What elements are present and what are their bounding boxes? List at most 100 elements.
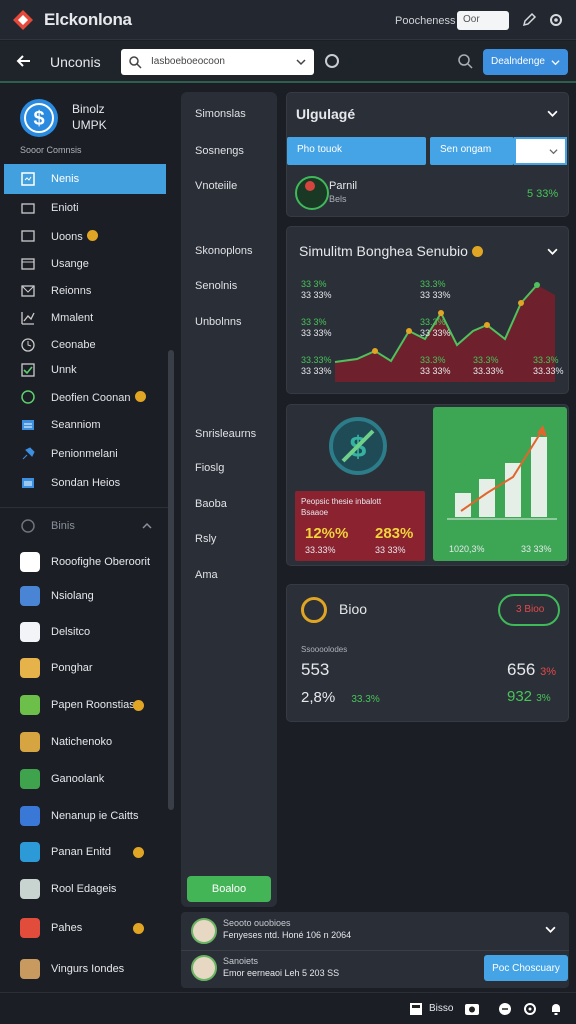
back-arrow-icon[interactable] xyxy=(14,51,34,71)
pen-icon[interactable] xyxy=(521,12,537,28)
search-box[interactable]: Iasboeboeocoon xyxy=(121,49,314,75)
app-item-label: Ponghar xyxy=(51,662,93,674)
top-input[interactable]: Oor xyxy=(457,11,509,30)
middle-item[interactable]: Snrisleaurns xyxy=(195,428,256,440)
info-badge xyxy=(471,246,483,257)
middle-item[interactable]: Fioslg xyxy=(195,462,224,474)
search-icon[interactable] xyxy=(457,53,473,69)
middle-item[interactable]: Unbolnns xyxy=(195,316,241,328)
users-icon xyxy=(21,230,35,242)
refresh-icon[interactable] xyxy=(325,54,339,68)
app-item[interactable]: Rooofighe Oberoorit xyxy=(4,545,166,579)
chart-point xyxy=(438,310,444,316)
app-item-label: Natichenoko xyxy=(51,736,113,748)
chat-icon[interactable] xyxy=(497,1001,513,1017)
sidebar-item-deofien-coonan[interactable]: Deofien Coonan xyxy=(4,382,166,412)
nav-button-label: Dealndenge xyxy=(491,56,545,67)
app-item[interactable]: Pahes xyxy=(4,911,166,945)
app-item[interactable]: Delsitco xyxy=(4,615,166,649)
sidebar-item-sondan-heios[interactable]: Sondan Heios xyxy=(4,468,166,498)
middle-item[interactable]: Skonoplons xyxy=(195,245,253,257)
sidebar-scrollbar[interactable] xyxy=(168,350,174,810)
app-item[interactable]: Papen Roonstias xyxy=(4,688,166,722)
chart-value: 33.3% xyxy=(420,355,446,365)
chart-subvalue: 33 33% xyxy=(301,328,332,338)
chart-label-mid-1: 33.3% 33 33% xyxy=(420,279,451,301)
chevron-down-icon[interactable] xyxy=(545,924,556,935)
bottom-action-button[interactable]: Poc Choscuary xyxy=(484,955,568,981)
top-link[interactable]: Poocheness xyxy=(395,15,456,27)
chevron-down-icon[interactable] xyxy=(547,246,558,257)
app-item[interactable]: Ganoolank xyxy=(4,762,166,796)
stat-b2: 932 3% xyxy=(507,688,551,705)
chart-label-left-2: 33 3% 33 33% xyxy=(301,317,332,339)
app-item[interactable]: Rool Edageis xyxy=(4,872,166,906)
calculator-icon[interactable] xyxy=(408,1001,424,1017)
card-title: Simulitm Bonghea Senubio xyxy=(299,243,483,259)
middle-item[interactable]: Ama xyxy=(195,569,218,581)
middle-item[interactable]: Senolnis xyxy=(195,280,237,292)
sidebar-group-binis[interactable]: Binis xyxy=(4,511,166,541)
app-item[interactable]: Vingurs Iondes xyxy=(4,952,166,986)
card-left-button[interactable]: Pho touok xyxy=(287,137,426,165)
sidebar-item-uoons[interactable]: Uoons xyxy=(4,221,166,251)
card-right-button[interactable]: Sen ongam xyxy=(430,137,514,165)
card-right-toggle[interactable] xyxy=(514,137,567,165)
folder-app-icon xyxy=(20,732,40,752)
profile-name-line2: UMPK xyxy=(72,118,107,132)
stat-a2-value: 656 xyxy=(507,660,536,679)
sidebar-item-seanniom[interactable]: Seanniom xyxy=(4,410,166,440)
bioo-toggle[interactable]: 3 Bioo xyxy=(498,594,560,626)
profile-subtitle: Sooor Comnsis xyxy=(20,145,82,155)
sidebar-item-label: Ceonabe xyxy=(51,339,96,351)
middle-item[interactable]: Sosnengs xyxy=(195,145,244,157)
card-bioo: Bioo 3 Bioo Ssoooolodes 553 656 3% 2,8% … xyxy=(286,584,569,722)
sidebar-item-label: Seanniom xyxy=(51,419,101,431)
stat-box-red: Peopsic thesie inbalott Bsaaoe 12%% 283%… xyxy=(295,491,425,561)
app-item[interactable]: Ponghar xyxy=(4,651,166,685)
doc-app-icon xyxy=(20,622,40,642)
search-icon xyxy=(129,56,142,69)
sidebar-item-usange[interactable]: Usange xyxy=(4,249,166,279)
sidebar-item-nenis[interactable]: Nenis xyxy=(4,164,166,194)
app-name: Elckonlona xyxy=(44,10,132,29)
notification-badge xyxy=(134,390,146,402)
chart-subvalue: 33 33% xyxy=(420,290,451,300)
chart-subvalue: 33.33% xyxy=(473,366,504,376)
app-item[interactable]: Natichenoko xyxy=(4,725,166,759)
chart-left-label: 1020,3% xyxy=(449,544,485,554)
chart-value: 33.3% xyxy=(533,355,559,365)
chart-value: 33 3% xyxy=(301,317,327,327)
chart-value: 33.3% xyxy=(420,317,446,327)
settings-icon[interactable] xyxy=(548,12,564,28)
middle-item[interactable]: Rsly xyxy=(195,533,216,545)
app-item[interactable]: Nenanup ie Caitts xyxy=(4,799,166,833)
sidebar-item-unnk[interactable]: Unnk xyxy=(4,355,166,385)
app-item-label: Nenanup ie Caitts xyxy=(51,810,139,822)
middle-item[interactable]: Simonslas xyxy=(195,108,246,120)
app-item[interactable]: Panan Enitd xyxy=(4,835,166,869)
activity-panel: Seooto ouobioes Fenyeses ntd. Honé 106 n… xyxy=(181,912,569,988)
middle-item[interactable]: Baoba xyxy=(195,498,227,510)
sidebar-item-reionns[interactable]: Reionns xyxy=(4,276,166,306)
nav-dropdown-button[interactable]: Dealndenge xyxy=(483,49,568,75)
sidebar-item-enioti[interactable]: Enioti xyxy=(4,193,166,223)
middle-item[interactable]: Vnoteiile xyxy=(195,180,237,192)
app-item[interactable]: Nsiolang xyxy=(4,579,166,613)
middle-action-button[interactable]: Boaloo xyxy=(187,876,271,902)
chevron-down-icon[interactable] xyxy=(547,108,558,119)
activity-line1: Seooto ouobioes xyxy=(223,918,291,928)
camera-icon[interactable] xyxy=(464,1001,480,1017)
grid-app-icon xyxy=(20,586,40,606)
sidebar-item-text: Deofien Coonan xyxy=(51,391,131,404)
sidebar-item-mmalent[interactable]: Mmalent xyxy=(4,303,166,333)
gear-icon[interactable] xyxy=(522,1001,538,1017)
row-divider xyxy=(181,950,569,951)
chart-label-mid-2: 33.3% 33 33% xyxy=(420,317,451,339)
chevron-up-icon xyxy=(142,522,152,529)
bell-icon[interactable] xyxy=(548,1001,564,1017)
sidebar-item-penionmelani[interactable]: Penionmelani xyxy=(4,439,166,469)
growth-bar xyxy=(505,463,521,517)
chart-right-label: 33 33% xyxy=(521,544,552,554)
chart-label-left-1: 33 3% 33 33% xyxy=(301,279,332,301)
